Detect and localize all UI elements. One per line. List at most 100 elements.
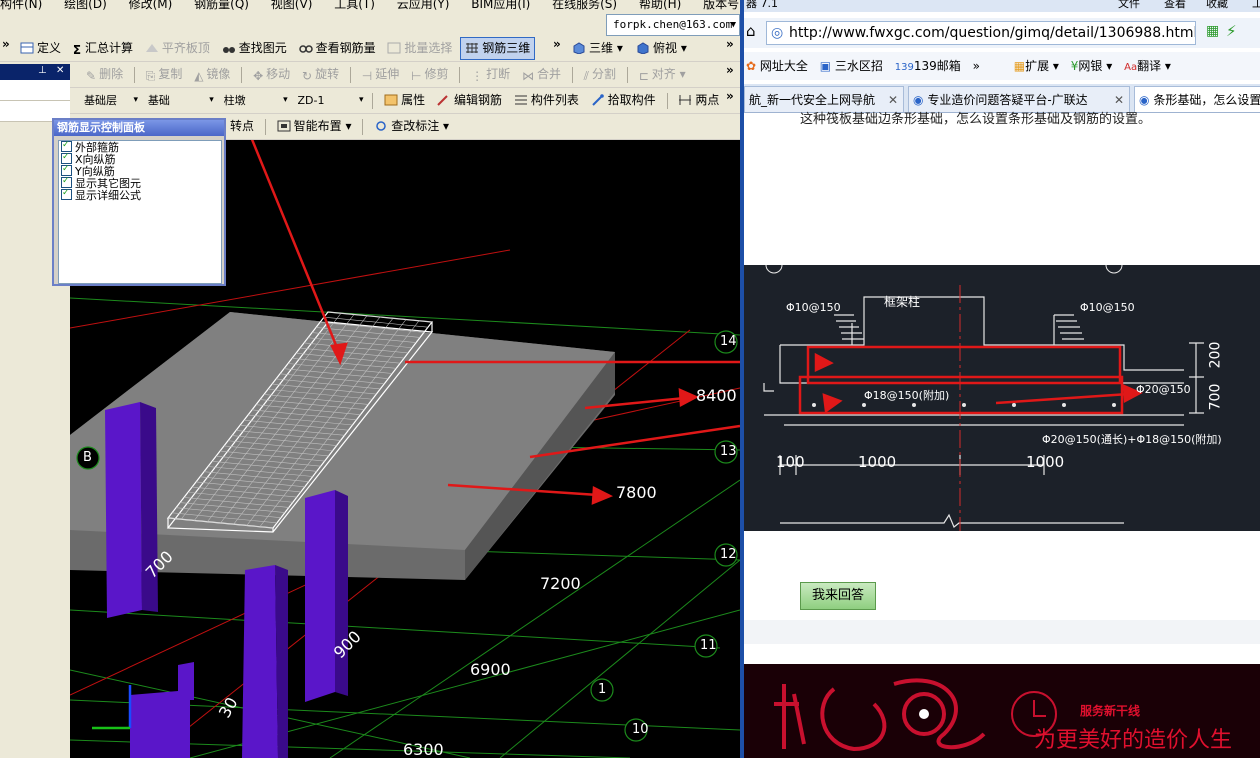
view-3d-dropdown[interactable]: 三维 ▾ [568, 37, 627, 60]
smart-layout-icon [277, 120, 291, 132]
bookmark-sanshui[interactable]: ▣ 三水区招 [820, 52, 883, 80]
element-list-button[interactable]: 构件列表 [510, 89, 583, 112]
menu-item-view[interactable]: 视图(V) [271, 0, 313, 11]
smart-layout-dropdown[interactable]: 智能布置 ▾ [273, 115, 356, 138]
toolbar-overflow-icon[interactable]: » [553, 37, 561, 51]
type-select[interactable]: 柱墩 [219, 91, 290, 110]
divider [372, 93, 374, 109]
menu-tools[interactable]: 工 [1252, 0, 1260, 9]
axis-label: B [83, 450, 92, 465]
cube-icon [573, 42, 585, 54]
align-dropdown[interactable]: ⊏ 对齐 ▾ [635, 63, 690, 86]
menu-item-rebar-qty[interactable]: 钢筋量(Q) [194, 0, 249, 11]
divider [133, 67, 135, 83]
merge-button[interactable]: ⋈ 合并 [518, 63, 565, 86]
checkbox-checked-icon[interactable] [61, 187, 72, 200]
sum-calc-button[interactable]: Σ 汇总计算 [69, 37, 137, 60]
menu-file[interactable]: 文件 [1118, 0, 1140, 9]
define-button[interactable]: 定义 [16, 37, 65, 60]
service-slogan: 服务新干线 [1080, 704, 1141, 718]
option-show-formula[interactable]: 显示详细公式 [59, 187, 221, 202]
dimension-label: 7800 [616, 483, 657, 502]
online-banking-dropdown[interactable]: ¥网银 ▾ [1071, 52, 1113, 80]
find-element-button[interactable]: 查找图元 [218, 37, 291, 60]
toolbar-overflow-icon[interactable]: » [726, 89, 734, 103]
split-icon: ⫽ [583, 69, 590, 83]
menu-item-draw[interactable]: 绘图(D) [64, 0, 107, 11]
bookmark-139-mail[interactable]: 139139邮箱 [895, 52, 961, 80]
url-input[interactable]: ◎ http://www.fwxgc.com/question/gimq/det… [766, 21, 1196, 45]
menu-item-element[interactable]: 构件(N) [0, 0, 42, 11]
dimension-label: 200 [1207, 341, 1224, 369]
menu-item-cloud[interactable]: 云应用(Y) [397, 0, 450, 11]
extend-button[interactable]: ⊣ 延伸 [358, 63, 403, 86]
binoculars-icon [222, 47, 235, 53]
split-button[interactable]: ⫽ 分割 [580, 63, 620, 86]
user-account-dropdown[interactable]: forpk.chen@163.com ▼ [606, 14, 740, 36]
translate-dropdown[interactable]: Aa翻译 ▾ [1124, 52, 1171, 80]
toolbar-overflow-icon[interactable]: » [726, 37, 734, 51]
option-outer-stirrup[interactable]: 外部箍筋 [59, 139, 221, 154]
promo-banner[interactable]: 服务新干线 为更美好的造价人生 [744, 664, 1260, 758]
mirror-button[interactable]: ◭ 镜像 [190, 63, 234, 86]
mail-icon: 139 [894, 62, 914, 73]
rebar-label: Φ18@150(附加) [864, 389, 950, 402]
option-x-longitudinal[interactable]: X向纵筋 [59, 151, 221, 166]
toolbar-overflow-icon[interactable]: » [726, 63, 734, 77]
flush-board-top-button[interactable]: 平齐板顶 [141, 37, 214, 60]
qrcode-icon[interactable]: ▦ [1206, 23, 1219, 39]
pick-element-button[interactable]: 拾取构件 [587, 89, 660, 112]
view-rebar-qty-button[interactable]: 查看钢筋量 [295, 37, 380, 60]
modify-label-dropdown[interactable]: 查改标注 ▾ [370, 115, 453, 138]
rebar-label: Φ10@150 [786, 301, 841, 314]
option-show-other-elements[interactable]: 显示其它图元 [59, 175, 221, 190]
menu-favorites[interactable]: 收藏 [1206, 0, 1228, 9]
page-icon: ◎ [771, 25, 784, 41]
pin-icon[interactable]: ⊥ [38, 65, 47, 76]
tab-strip-foundation[interactable]: ◉ 条形基础，怎么设置 [1134, 86, 1260, 112]
edit-rebar-button[interactable]: 编辑钢筋 [433, 89, 506, 112]
dock-panel-row[interactable] [0, 80, 70, 101]
lightning-icon[interactable]: ⚡ [1226, 22, 1237, 40]
rotate-button[interactable]: ↻ 旋转 [298, 63, 343, 86]
top-view-dropdown[interactable]: 俯视 ▾ [632, 37, 691, 60]
rebar-3d-button[interactable]: 钢筋三维 [460, 37, 536, 60]
chevron-down-icon: ▼ [730, 20, 736, 30]
main-toolbar: » 定义 Σ 汇总计算 平齐板顶 查找图元 查看钢筋量 批量选择 钢筋三维 » 三… [0, 37, 740, 62]
menu-item-version[interactable]: 版本号(B) [703, 0, 740, 11]
menu-item-tools[interactable]: 工具(T) [334, 0, 375, 11]
extensions-dropdown[interactable]: ▦扩展 ▾ [1014, 52, 1059, 80]
layer-select[interactable]: 基础层 [80, 91, 140, 110]
menu-view[interactable]: 查看 [1164, 0, 1186, 9]
category-select[interactable]: 基础 [143, 91, 216, 110]
toolbar-overflow-icon[interactable]: » [2, 37, 10, 51]
trim-button[interactable]: ⊢ 修剪 [407, 63, 452, 86]
answer-button[interactable]: 我来回答 [800, 582, 876, 610]
close-icon[interactable]: ✕ [56, 65, 64, 76]
break-button[interactable]: ⋮ 打断 [467, 63, 514, 86]
property-button[interactable]: 属性 [380, 89, 429, 112]
delete-button[interactable]: ✎ 删除 [82, 63, 127, 86]
bookmarks-overflow-icon[interactable]: » [973, 52, 980, 80]
edit-toolbar: ✎ 删除 ⎘ 复制 ◭ 镜像 ✥ 移动 ↻ 旋转 ⊣ 延伸 ⊢ 修剪 ⋮ 打断 ⋈ 合并 ⫽ 分割 … [0, 63, 740, 88]
two-points-button[interactable]: 两点 [674, 89, 723, 112]
rotate-point-button[interactable]: 转点 [226, 115, 258, 138]
bookmark-site-nav[interactable]: ✿ 网址大全 [746, 52, 808, 80]
menu-item-help[interactable]: 帮助(H) [639, 0, 681, 11]
copy-button[interactable]: ⎘ 复制 [142, 63, 187, 86]
divider [362, 119, 364, 135]
rebar-3d-icon [466, 43, 479, 53]
divider [349, 67, 351, 83]
menu-item-online[interactable]: 在线服务(S) [552, 0, 617, 11]
element-select[interactable]: ZD-1 [293, 91, 366, 110]
axis-label: 13 [720, 444, 737, 459]
menu-item-bim[interactable]: BIM应用(I) [471, 0, 530, 11]
option-y-longitudinal[interactable]: Y向纵筋 [59, 163, 221, 178]
home-icon[interactable]: ⌂ [746, 22, 756, 40]
menu-item-modify[interactable]: 修改(M) [129, 0, 173, 11]
label-icon [376, 121, 386, 131]
display-options-list: 外部箍筋 X向纵筋 Y向纵筋 显示其它图元 显示详细公式 [58, 139, 222, 284]
copy-icon: ⎘ [145, 69, 156, 83]
move-button[interactable]: ✥ 移动 [249, 63, 294, 86]
batch-select-button[interactable]: 批量选择 [383, 37, 456, 60]
